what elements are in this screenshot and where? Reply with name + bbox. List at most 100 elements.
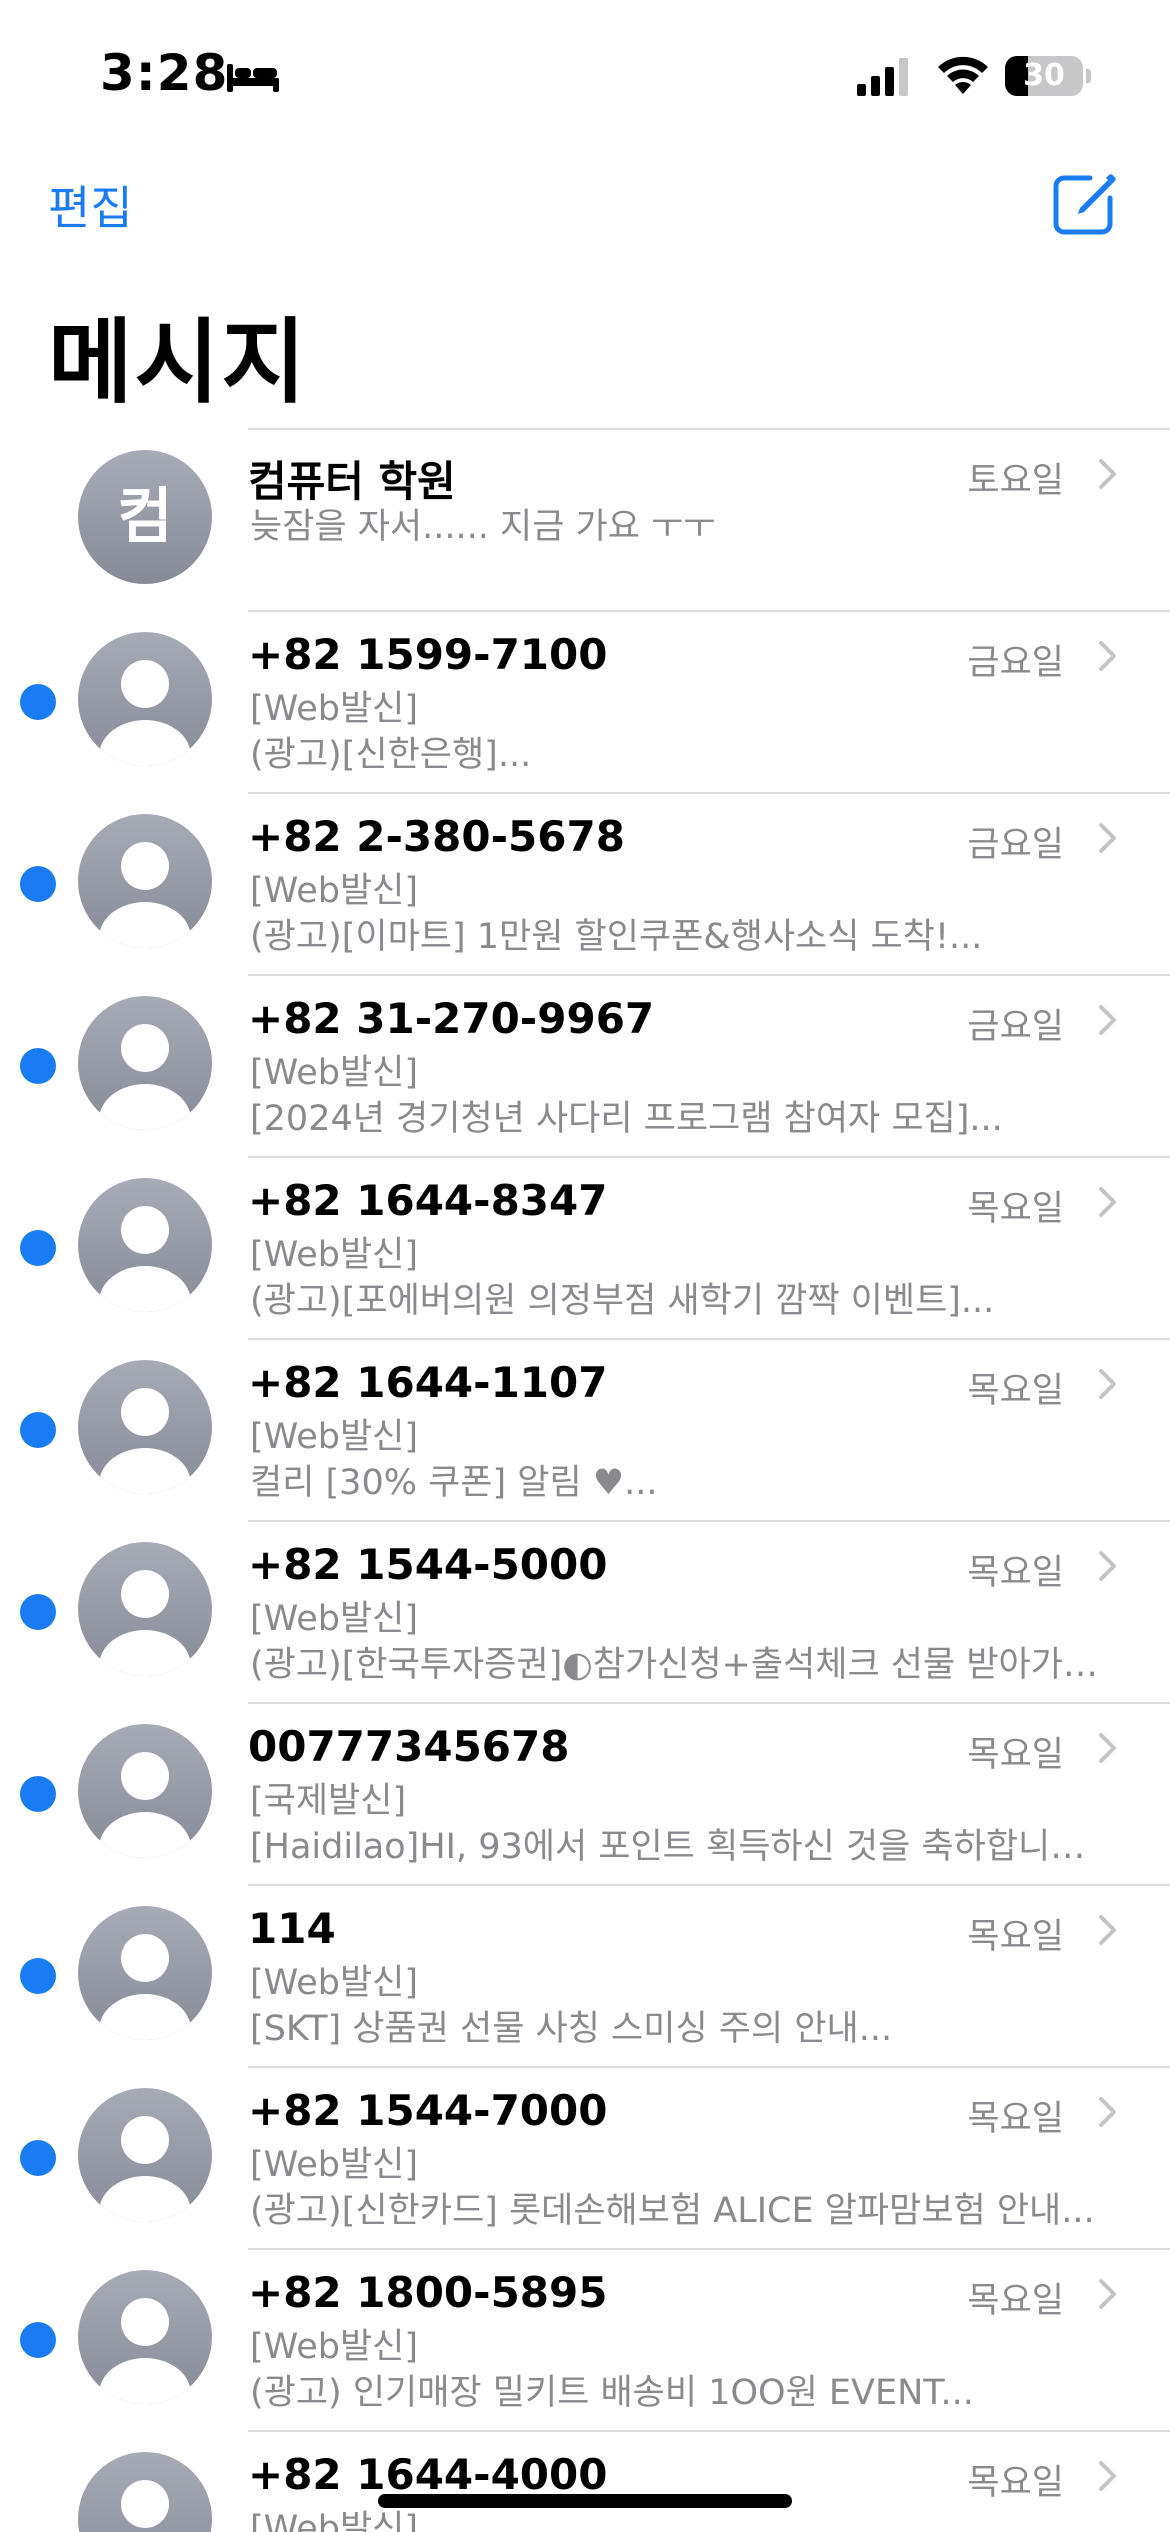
person-silhouette-icon bbox=[99, 660, 191, 766]
home-indicator[interactable] bbox=[378, 2494, 792, 2508]
preview-line-1: [Web발신] bbox=[250, 2145, 419, 2185]
conversation-row[interactable]: +82 1644-8347 목요일 [Web발신] (광고)[포에버의원 의정부점 새… bbox=[0, 1156, 1170, 1338]
avatar bbox=[78, 2088, 212, 2222]
conversation-row[interactable]: +82 1800-5895 목요일 [Web발신] (광고) 인기매장 밀키트 배송비… bbox=[0, 2248, 1170, 2430]
chevron-right-icon bbox=[1099, 1915, 1116, 1945]
message-preview: [Web발신] bbox=[250, 2506, 1100, 2532]
message-preview: [Web발신] 컬리 [30% 쿠폰] 알림 ♥... bbox=[250, 1414, 1100, 1506]
person-silhouette-icon bbox=[99, 1206, 191, 1312]
battery-percentage: 30 bbox=[1023, 58, 1065, 93]
preview-line-1: [Web발신] bbox=[250, 2327, 419, 2367]
preview-line-1: [Web발신] bbox=[250, 1963, 419, 2003]
preview-line-1: 늦잠을 자서...... 지금 가요 ㅜㅜ bbox=[250, 507, 716, 547]
unread-indicator bbox=[20, 2140, 56, 2176]
sender-name: +82 1644-8347 bbox=[248, 1176, 608, 1225]
preview-line-2: 컬리 [30% 쿠폰] 알림 ♥... bbox=[250, 1463, 658, 1503]
unread-indicator bbox=[20, 866, 56, 902]
preview-line-2: (광고)[신한카드] 롯데손해보험 ALICE 알파맘보험 안내... bbox=[250, 2191, 1095, 2231]
conversation-row[interactable]: +82 31-270-9967 금요일 [Web발신] [2024년 경기청년 사다리… bbox=[0, 974, 1170, 1156]
preview-line-1: [Web발신] bbox=[250, 871, 419, 911]
preview-line-1: [Web발신] bbox=[250, 689, 419, 729]
avatar bbox=[78, 1724, 212, 1858]
cellular-signal-icon bbox=[857, 58, 908, 96]
preview-line-1: [Web발신] bbox=[250, 1599, 419, 1639]
chevron-right-icon bbox=[1099, 641, 1116, 671]
message-preview: [Web발신] (광고)[포에버의원 의정부점 새학기 깜짝 이벤트]... bbox=[250, 1232, 1100, 1324]
message-date: 금요일 bbox=[967, 1007, 1064, 1047]
unread-indicator bbox=[20, 1594, 56, 1630]
conversation-row[interactable]: +82 1644-4000 목요일 [Web발신] bbox=[0, 2430, 1170, 2532]
unread-indicator bbox=[20, 684, 56, 720]
sender-name: +82 1644-1107 bbox=[248, 1358, 608, 1407]
message-preview: [Web발신] [2024년 경기청년 사다리 프로그램 참여자 모집]... bbox=[250, 1050, 1100, 1142]
sender-name: +82 1544-7000 bbox=[248, 2086, 608, 2135]
message-date: 금요일 bbox=[967, 643, 1064, 683]
status-bar: 3:28 30 bbox=[0, 0, 1170, 150]
avatar bbox=[78, 2452, 212, 2532]
avatar bbox=[78, 1360, 212, 1494]
edit-button[interactable]: 편집 bbox=[48, 172, 133, 238]
avatar bbox=[78, 2270, 212, 2404]
person-silhouette-icon bbox=[99, 1388, 191, 1494]
message-date: 금요일 bbox=[967, 825, 1064, 865]
message-date: 목요일 bbox=[967, 2281, 1064, 2321]
chevron-right-icon bbox=[1099, 1187, 1116, 1217]
avatar bbox=[78, 632, 212, 766]
person-silhouette-icon bbox=[99, 1934, 191, 2040]
message-date: 목요일 bbox=[967, 2463, 1064, 2503]
message-date: 토요일 bbox=[967, 461, 1064, 501]
preview-line-1: [국제발신] bbox=[250, 1781, 407, 1821]
person-silhouette-icon bbox=[99, 2116, 191, 2222]
chevron-right-icon bbox=[1099, 1005, 1116, 1035]
conversation-list: 컴 컴퓨터 학원 토요일 늦잠을 자서...... 지금 가요 ㅜㅜ +82 1599-… bbox=[0, 428, 1170, 2532]
conversation-row[interactable]: +82 1644-1107 목요일 [Web발신] 컬리 [30% 쿠폰] 알림 ♥.… bbox=[0, 1338, 1170, 1520]
person-silhouette-icon bbox=[99, 1752, 191, 1858]
message-date: 목요일 bbox=[967, 2099, 1064, 2139]
chevron-right-icon bbox=[1099, 823, 1116, 853]
sender-name: +82 1544-5000 bbox=[248, 1540, 608, 1589]
preview-line-1: [Web발신] bbox=[250, 1235, 419, 1275]
avatar bbox=[78, 1542, 212, 1676]
person-silhouette-icon bbox=[121, 2480, 169, 2528]
message-preview: [Web발신] (광고)[신한은행]... bbox=[250, 686, 1100, 778]
status-time: 3:28 bbox=[100, 44, 229, 102]
message-preview: [Web발신] (광고)[이마트] 1만원 할인쿠폰&행사소식 도착!... bbox=[250, 868, 1100, 960]
conversation-row[interactable]: 114 목요일 [Web발신] [SKT] 상품권 선물 사칭 스미싱 주의 안내..… bbox=[0, 1884, 1170, 2066]
sender-name: +82 1644-4000 bbox=[248, 2450, 608, 2499]
message-preview: [Web발신] (광고) 인기매장 밀키트 배송비 1OO원 EVENT... bbox=[250, 2324, 1100, 2416]
conversation-row[interactable]: +82 1599-7100 금요일 [Web발신] (광고)[신한은행]... bbox=[0, 610, 1170, 792]
conversation-row[interactable]: 00777345678 목요일 [국제발신] [Haidilao]HI, 93에서 포… bbox=[0, 1702, 1170, 1884]
preview-line-2: (광고)[이마트] 1만원 할인쿠폰&행사소식 도착!... bbox=[250, 917, 983, 957]
chevron-right-icon bbox=[1099, 1369, 1116, 1399]
message-date: 목요일 bbox=[967, 1917, 1064, 1957]
person-silhouette-icon bbox=[99, 842, 191, 948]
unread-indicator bbox=[20, 1958, 56, 1994]
messages-screen: 3:28 30 편집 메시지 컴 컴퓨터 학원 토요일 늦잠을 자서......… bbox=[0, 0, 1170, 2532]
preview-line-2: (광고)[신한은행]... bbox=[250, 735, 532, 775]
chevron-right-icon bbox=[1099, 459, 1116, 489]
preview-line-1: [Web발신] bbox=[250, 2509, 419, 2532]
conversation-row[interactable]: +82 1544-7000 목요일 [Web발신] (광고)[신한카드] 롯데손해보험… bbox=[0, 2066, 1170, 2248]
conversation-row[interactable]: 컴 컴퓨터 학원 토요일 늦잠을 자서...... 지금 가요 ㅜㅜ bbox=[0, 428, 1170, 610]
chevron-right-icon bbox=[1099, 1551, 1116, 1581]
sender-name: 114 bbox=[248, 1904, 336, 1953]
unread-indicator bbox=[20, 2322, 56, 2358]
conversation-row[interactable]: +82 2-380-5678 금요일 [Web발신] (광고)[이마트] 1만원 할인… bbox=[0, 792, 1170, 974]
preview-line-2: (광고) 인기매장 밀키트 배송비 1OO원 EVENT... bbox=[250, 2373, 974, 2413]
unread-indicator bbox=[20, 1776, 56, 1812]
message-preview: [Web발신] [SKT] 상품권 선물 사칭 스미싱 주의 안내... bbox=[250, 1960, 1100, 2052]
message-preview: [Web발신] (광고)[신한카드] 롯데손해보험 ALICE 알파맘보험 안내.… bbox=[250, 2142, 1100, 2234]
message-preview: [국제발신] [Haidilao]HI, 93에서 포인트 획득하신 것을 축하합… bbox=[250, 1778, 1100, 1870]
avatar bbox=[78, 814, 212, 948]
message-date: 목요일 bbox=[967, 1189, 1064, 1229]
message-date: 목요일 bbox=[967, 1553, 1064, 1593]
compose-icon[interactable] bbox=[1050, 170, 1118, 238]
avatar bbox=[78, 1178, 212, 1312]
avatar-initial: 컴 bbox=[117, 482, 173, 552]
preview-line-2: [2024년 경기청년 사다리 프로그램 참여자 모집]... bbox=[250, 1099, 1003, 1139]
sender-name: 00777345678 bbox=[248, 1722, 570, 1771]
sender-name: +82 31-270-9967 bbox=[248, 994, 655, 1043]
preview-line-1: [Web발신] bbox=[250, 1417, 419, 1457]
conversation-row[interactable]: +82 1544-5000 목요일 [Web발신] (광고)[한국투자증권]◐참가신청… bbox=[0, 1520, 1170, 1702]
sender-name: +82 1800-5895 bbox=[248, 2268, 608, 2317]
